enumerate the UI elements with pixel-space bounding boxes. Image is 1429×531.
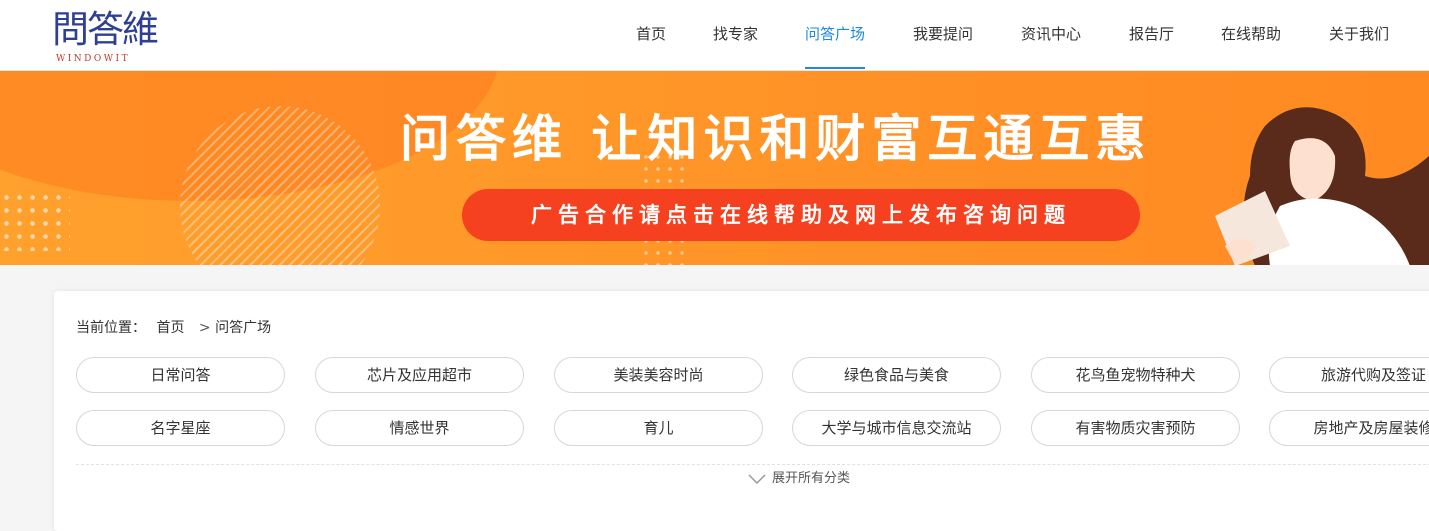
expand-all-label: 展开所有分类 (772, 471, 851, 486)
banner-cta-pill[interactable]: 广告合作请点击在线帮助及网上发布咨询问题 (462, 189, 1140, 241)
expand-all-categories-button[interactable]: 展开所有分类 (748, 467, 850, 486)
category-chips[interactable]: 芯片及应用超市 (315, 357, 524, 393)
breadcrumb: 当前位置： 首页 > 问答广场 (76, 317, 271, 337)
category-beauty[interactable]: 美装美容时尚 (554, 357, 763, 393)
banner-title: 问答维 让知识和财富互通互惠 (400, 110, 1152, 168)
category-travel[interactable]: 旅游代购及签证 (1269, 357, 1429, 393)
nav-find-expert[interactable]: 找专家 (713, 0, 758, 69)
category-university-city[interactable]: 大学与城市信息交流站 (792, 410, 1001, 446)
category-names-astrology[interactable]: 名字星座 (76, 410, 285, 446)
nav-home[interactable]: 首页 (636, 0, 666, 69)
divider (76, 464, 1429, 465)
woman-illustration-icon (1215, 107, 1429, 265)
nav-ask-question[interactable]: 我要提问 (913, 0, 973, 69)
nav-online-help[interactable]: 在线帮助 (1221, 0, 1281, 69)
category-daily-qa[interactable]: 日常问答 (76, 357, 285, 393)
category-pets[interactable]: 花鸟鱼宠物特种犬 (1031, 357, 1240, 393)
breadcrumb-home-link[interactable]: 首页 (156, 320, 184, 336)
breadcrumb-current: 问答广场 (215, 320, 272, 336)
category-green-food[interactable]: 绿色食品与美食 (792, 357, 1001, 393)
promo-banner[interactable]: 问答维 让知识和财富互通互惠 广告合作请点击在线帮助及网上发布咨询问题 (0, 71, 1429, 265)
chevron-down-icon (748, 473, 766, 484)
breadcrumb-separator: > (198, 320, 211, 336)
category-emotion[interactable]: 情感世界 (315, 410, 524, 446)
category-real-estate[interactable]: 房地产及房屋装修 (1269, 410, 1429, 446)
breadcrumb-label: 当前位置： (76, 320, 146, 336)
nav-report-hall[interactable]: 报告厅 (1129, 0, 1174, 69)
banner-decor-dots (0, 191, 70, 251)
category-hazard-prevention[interactable]: 有害物质灾害预防 (1031, 410, 1240, 446)
nav-qa-square[interactable]: 问答广场 (805, 0, 866, 69)
category-parenting[interactable]: 育儿 (554, 410, 763, 446)
nav-news-center[interactable]: 资讯中心 (1021, 0, 1081, 69)
nav-about-us[interactable]: 关于我们 (1329, 0, 1389, 69)
category-card: 当前位置： 首页 > 问答广场 日常问答 芯片及应用超市 美装美容时尚 绿色食品… (54, 291, 1429, 531)
site-header: 問答維 WINDOWIT 首页 找专家 问答广场 我要提问 资讯中心 报告厅 在… (0, 0, 1429, 71)
main-nav: 首页 找专家 问答广场 我要提问 资讯中心 报告厅 在线帮助 关于我们 (0, 0, 1429, 70)
